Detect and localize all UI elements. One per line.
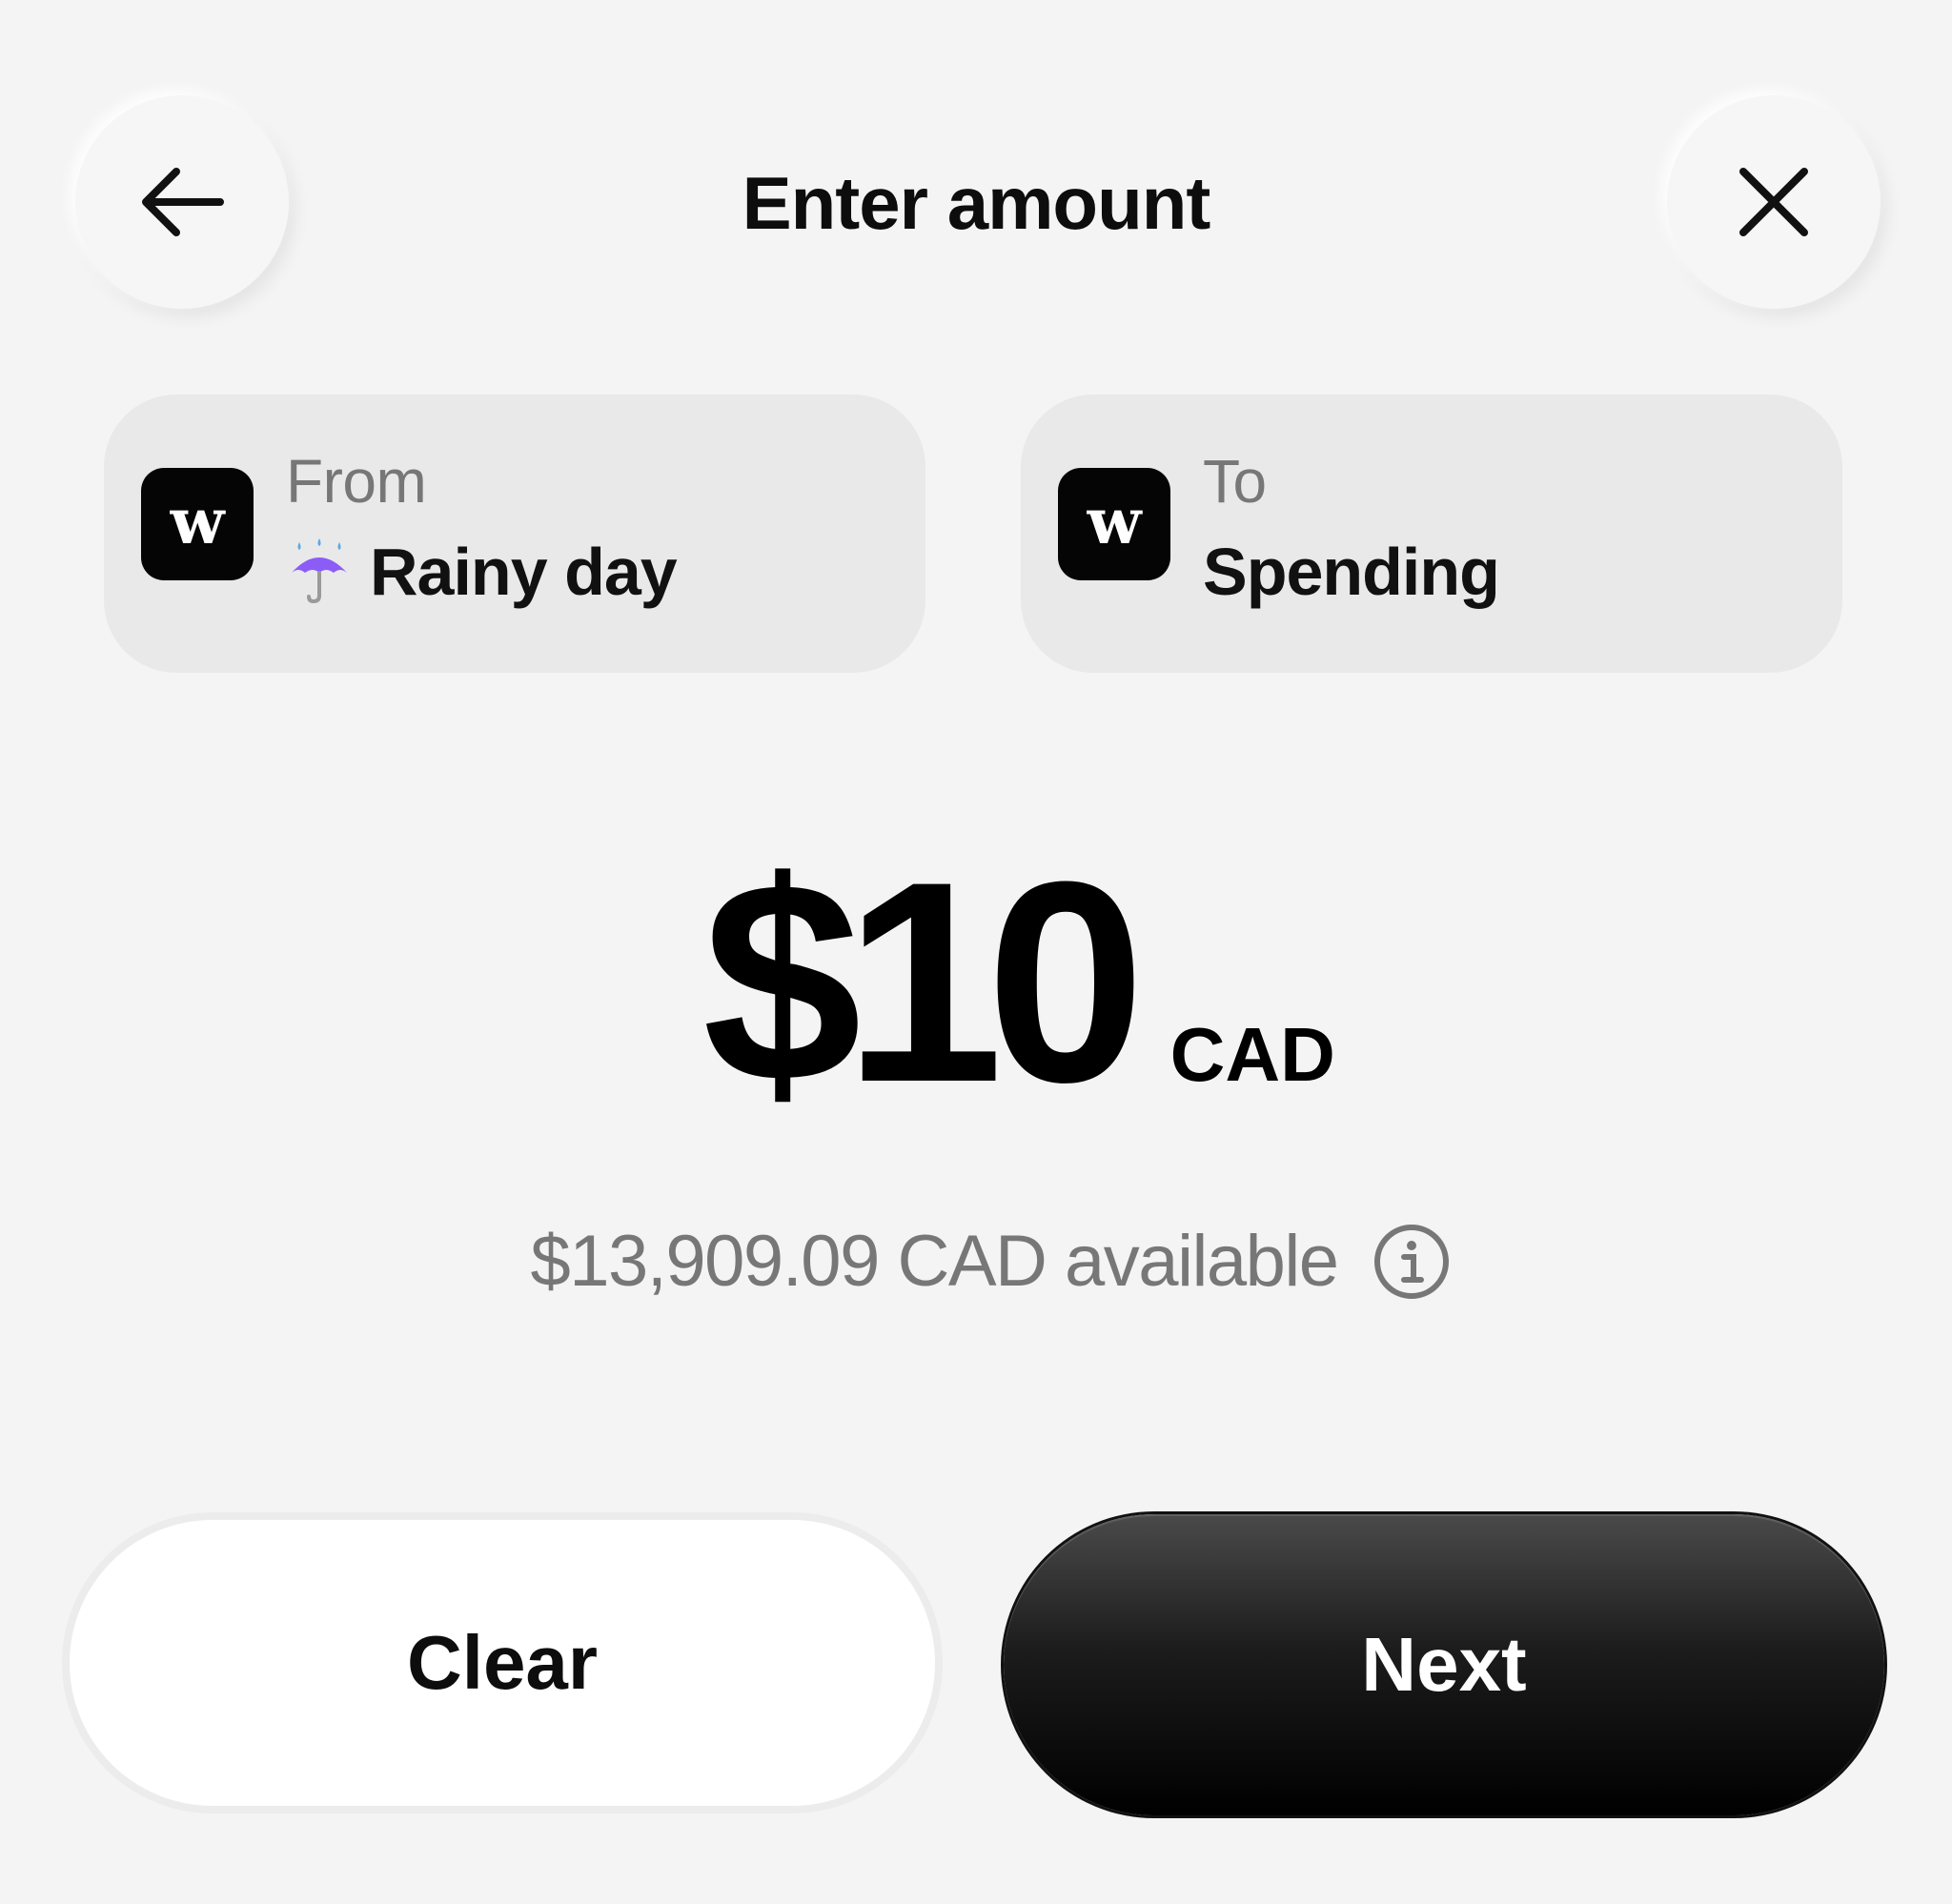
info-icon[interactable] [1372, 1223, 1451, 1301]
from-account-name: Rainy day [370, 535, 678, 609]
from-account-card[interactable]: w From Rainy day [104, 395, 925, 673]
from-account-name-row: Rainy day [286, 534, 678, 610]
clear-button[interactable]: Clear [70, 1520, 935, 1806]
available-balance-text: $13,909.09 CAD available [530, 1221, 1339, 1302]
to-account-name-row: Spending [1203, 534, 1500, 610]
wealthsimple-logo: w [1058, 468, 1170, 580]
wealthsimple-logo: w [141, 468, 254, 580]
next-button[interactable]: Next [1004, 1514, 1884, 1815]
to-account-card[interactable]: w To Spending [1021, 395, 1842, 673]
available-balance: $13,909.09 CAD available [0, 1220, 1952, 1303]
page-title: Enter amount [742, 161, 1211, 245]
umbrella-with-rain-icon [292, 538, 347, 604]
from-label: From [286, 447, 427, 516]
to-account-name: Spending [1203, 535, 1500, 609]
close-button[interactable] [1667, 95, 1881, 309]
amount-value: $10 [702, 821, 1146, 1142]
close-icon [1739, 168, 1808, 236]
amount-display[interactable]: $10 CAD [0, 839, 1952, 1144]
amount-currency: CAD [1169, 1012, 1335, 1097]
to-label: To [1203, 447, 1267, 516]
